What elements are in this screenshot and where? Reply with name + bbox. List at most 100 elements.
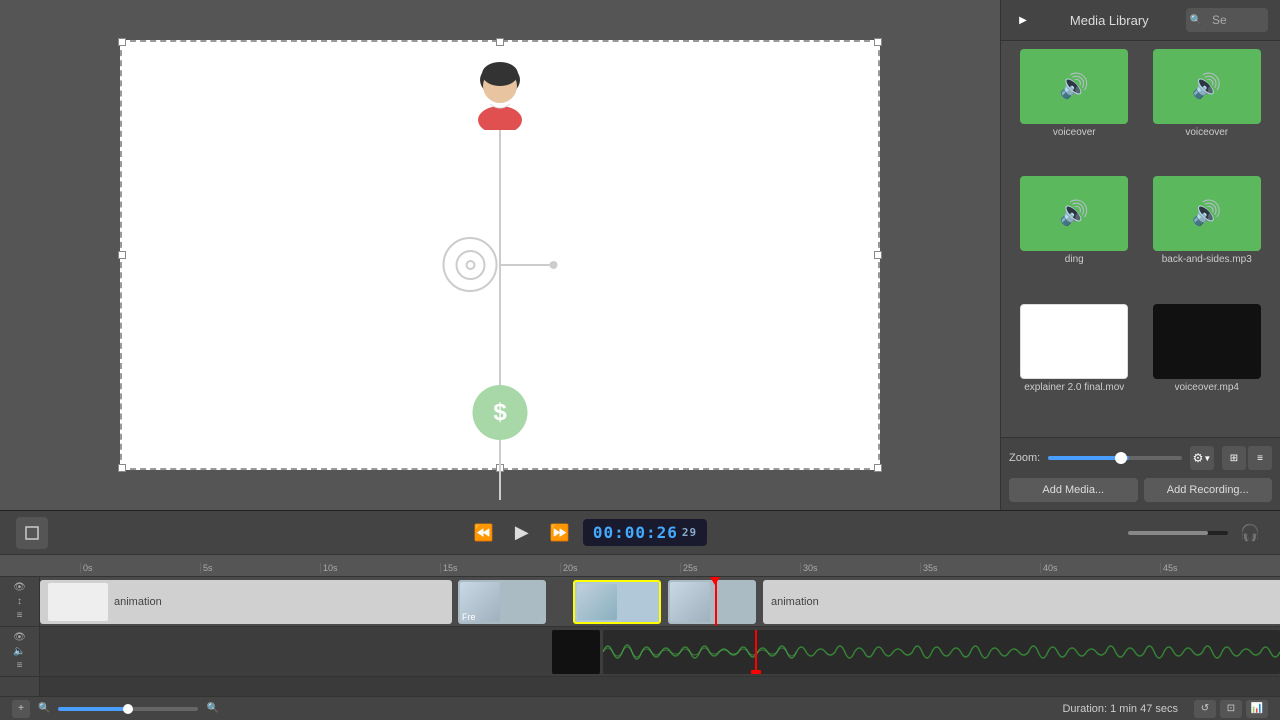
audio-icon: 🔊 — [1192, 72, 1222, 101]
circle-node — [443, 237, 558, 292]
media-item[interactable]: 🔊 voiceover — [1142, 49, 1273, 174]
ruler-mark: 25s — [680, 563, 800, 573]
media-label: ding — [1065, 254, 1084, 265]
rewind-button[interactable]: ⏪ — [469, 518, 499, 548]
audio-mute-icon[interactable]: 🔈 — [13, 646, 25, 657]
dollar-node: $ — [473, 385, 528, 440]
canvas-timeline-line — [499, 120, 501, 500]
clip-animation-2[interactable]: animation — [763, 580, 1280, 624]
media-thumb-audio: 🔊 — [1020, 49, 1128, 124]
gear-icon: ⚙ — [1193, 451, 1204, 465]
crop-tool-button[interactable] — [16, 517, 48, 549]
zoom-slider[interactable] — [1048, 456, 1182, 460]
media-item[interactable]: 🔊 voiceover — [1009, 49, 1140, 174]
headphone-button[interactable]: 🎧 — [1236, 519, 1264, 547]
clip-animation-1[interactable]: animation — [40, 580, 452, 624]
chevron-down-icon: ▼ — [1203, 454, 1211, 463]
bottom-bar: + 🔍 🔍 Duration: 1 min 47 secs ↺ ⊡ 📊 — [0, 696, 1280, 720]
media-thumb-video-black — [1153, 304, 1261, 379]
media-thumb-audio: 🔊 — [1020, 176, 1128, 251]
sidebar-footer: Zoom: ⚙ ▼ ⊞ ≡ Add Media... Add Recording… — [1001, 437, 1280, 510]
media-item[interactable]: voiceover.mp4 — [1142, 304, 1273, 429]
volume-bar[interactable] — [1128, 531, 1228, 535]
zoom-out-icon: 🔍 — [38, 703, 50, 714]
media-grid: 🔊 voiceover 🔊 voiceover 🔊 ding — [1001, 41, 1280, 437]
clip-4[interactable] — [668, 580, 756, 624]
timecode-frame: 29 — [682, 526, 697, 539]
lock-icon[interactable]: ↕ — [17, 596, 22, 607]
undo-button[interactable]: ↺ — [1194, 700, 1216, 718]
menu-icon-2[interactable]: ≡ — [17, 660, 23, 671]
ruler-mark: 35s — [920, 563, 1040, 573]
clip-fre[interactable]: Fre — [458, 580, 546, 624]
transport-right: 🎧 — [1128, 519, 1264, 547]
sidebar: ▶ Media Library 🔍 🔊 voiceover 🔊 voiceove… — [1000, 0, 1280, 510]
fast-forward-button[interactable]: ⏩ — [545, 518, 575, 548]
action-row: Add Media... Add Recording... — [1009, 478, 1272, 502]
audio-track-controls: 👁 🔈 ≡ — [0, 627, 39, 677]
audio-icon: 🔊 — [1059, 72, 1089, 101]
playhead-bottom — [751, 670, 761, 674]
media-label: explainer 2.0 final.mov — [1024, 382, 1124, 393]
ruler-mark: 40s — [1040, 563, 1160, 573]
timecode-display: 00:00:26 29 — [583, 519, 707, 546]
audio-clip-thumb — [552, 630, 600, 674]
video-track: animation Fre — [40, 577, 1280, 627]
clip-label: animation — [114, 596, 162, 608]
duration-label: Duration: 1 min 47 secs — [1062, 703, 1178, 715]
crop-icon — [24, 525, 40, 541]
add-recording-button[interactable]: Add Recording... — [1144, 478, 1273, 502]
transport-controls: ⏪ ▶ ⏩ 00:00:26 29 — [60, 518, 1116, 548]
media-label: voiceover.mp4 — [1175, 382, 1239, 393]
audio-track — [40, 627, 1280, 677]
clip-label: Fre — [462, 612, 476, 622]
search-icon: 🔍 — [1190, 15, 1202, 26]
ruler-marks: 0s 5s 10s 15s 20s 25s 30s 35s 40s 45s — [40, 563, 1280, 573]
grid-view-button[interactable]: ⊞ — [1222, 446, 1246, 470]
ruler-mark: 0s — [80, 563, 200, 573]
view-toggle-buttons: ⊞ ≡ — [1222, 446, 1272, 470]
fit-button[interactable]: ⊡ — [1220, 700, 1242, 718]
media-item[interactable]: 🔊 ding — [1009, 176, 1140, 301]
clip-thumb — [48, 583, 108, 621]
ruler-mark: 30s — [800, 563, 920, 573]
add-track-button[interactable]: + — [12, 700, 30, 718]
ruler-mark: 15s — [440, 563, 560, 573]
clip-selected[interactable] — [573, 580, 661, 624]
stats-button[interactable]: 📊 — [1246, 700, 1268, 718]
timecode-value: 00:00:26 — [593, 523, 678, 542]
media-thumb-audio: 🔊 — [1153, 176, 1261, 251]
media-thumb-video-white — [1020, 304, 1128, 379]
media-item[interactable]: 🔊 back-and-sides.mp3 — [1142, 176, 1273, 301]
sidebar-header: ▶ Media Library 🔍 — [1001, 0, 1280, 41]
sidebar-play-button[interactable]: ▶ — [1013, 10, 1033, 30]
media-item[interactable]: explainer 2.0 final.mov — [1009, 304, 1140, 429]
volume-fill — [1128, 531, 1208, 535]
node-end-dot — [550, 261, 558, 269]
ruler-mark: 5s — [200, 563, 320, 573]
waveform-svg — [603, 630, 1280, 674]
eye-icon[interactable]: 👁 — [13, 582, 26, 593]
eye-icon-2[interactable]: 👁 — [13, 632, 26, 643]
media-label: voiceover — [1185, 127, 1228, 138]
audio-icon: 🔊 — [1192, 199, 1222, 228]
timeline-tracks: 👁 ↕ ≡ 👁 🔈 ≡ animation — [0, 577, 1280, 696]
search-input[interactable] — [1204, 10, 1264, 30]
zoom-gear-button[interactable]: ⚙ ▼ — [1190, 446, 1214, 470]
timeline-zoom-slider[interactable] — [58, 707, 198, 711]
video-track-controls: 👁 ↕ ≡ — [0, 577, 39, 627]
canvas-area: $ — [0, 0, 1000, 510]
list-view-button[interactable]: ≡ — [1248, 446, 1272, 470]
transport-bar: ⏪ ▶ ⏩ 00:00:26 29 🎧 — [0, 511, 1280, 555]
add-media-button[interactable]: Add Media... — [1009, 478, 1138, 502]
play-button[interactable]: ▶ — [507, 518, 537, 548]
menu-icon[interactable]: ≡ — [17, 610, 23, 621]
track-controls: 👁 ↕ ≡ 👁 🔈 ≡ — [0, 577, 40, 696]
ruler-mark: 10s — [320, 563, 440, 573]
tracks-content: animation Fre — [40, 577, 1280, 696]
canvas-wrapper: $ — [120, 40, 880, 470]
avatar-figure — [470, 60, 530, 130]
timeline-area: ⏪ ▶ ⏩ 00:00:26 29 🎧 0s 5s 10s 15s 20s 25… — [0, 510, 1280, 720]
audio-waveform[interactable] — [603, 630, 1280, 674]
ruler-mark: 45s — [1160, 563, 1280, 573]
